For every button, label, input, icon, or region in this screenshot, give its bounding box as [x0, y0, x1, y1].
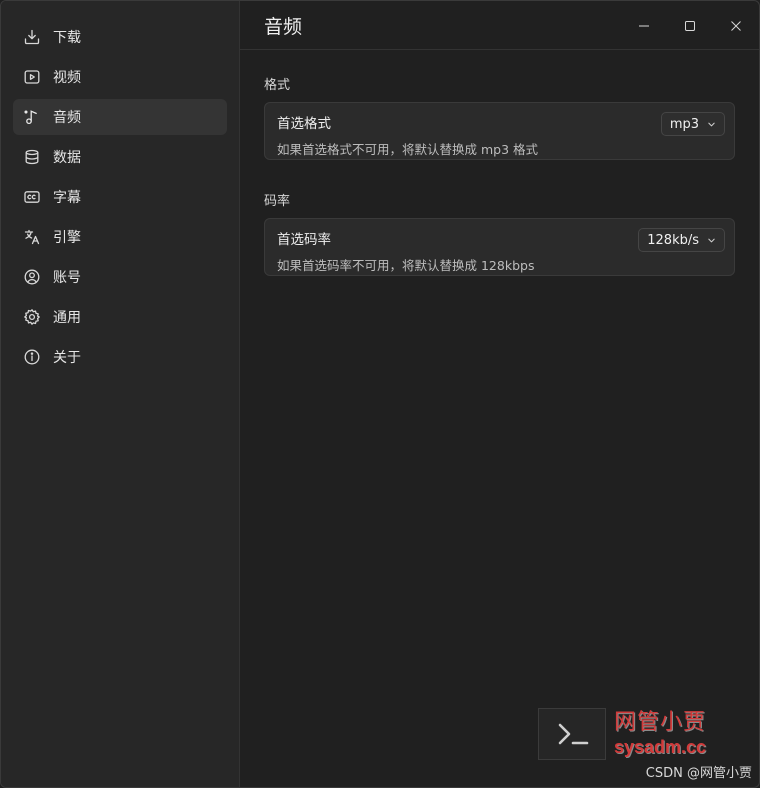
- sidebar-item-engine[interactable]: 引擎: [13, 219, 227, 255]
- download-icon: [23, 28, 41, 46]
- settings-content: 格式 首选格式 如果首选格式不可用，将默认替换成 mp3 格式 mp3 码率 首…: [240, 50, 759, 276]
- bitrate-select[interactable]: 128kb/s: [638, 228, 725, 252]
- subtitle-icon: [23, 188, 41, 206]
- minimize-icon: [639, 25, 649, 26]
- sidebar-item-subtitle[interactable]: 字幕: [13, 179, 227, 215]
- setting-card-bitrate: 首选码率 如果首选码率不可用，将默认替换成 128kbps 128kb/s: [264, 218, 735, 276]
- maximize-icon: [685, 20, 695, 31]
- setting-description: 如果首选码率不可用，将默认替换成 128kbps: [277, 258, 535, 273]
- translate-icon: [23, 228, 41, 246]
- sidebar-item-label: 账号: [53, 270, 81, 286]
- sidebar-item-label: 通用: [53, 310, 81, 326]
- sidebar-item-label: 关于: [53, 350, 81, 366]
- chevron-down-icon: [707, 236, 716, 245]
- page-title: 音频: [264, 15, 303, 38]
- video-icon: [23, 68, 41, 86]
- sidebar-item-account[interactable]: 账号: [13, 259, 227, 295]
- sidebar-item-label: 音频: [53, 110, 81, 126]
- maximize-button[interactable]: [667, 1, 713, 50]
- sidebar-item-label: 数据: [53, 150, 81, 166]
- sidebar-item-video[interactable]: 视频: [13, 59, 227, 95]
- setting-title: 首选格式: [277, 116, 331, 132]
- database-icon: [23, 148, 41, 166]
- terminal-logo-icon: [538, 708, 606, 760]
- section-label-bitrate: 码率: [264, 194, 291, 209]
- select-value: 128kb/s: [647, 232, 699, 248]
- section-label-format: 格式: [264, 78, 291, 93]
- watermark-en: sysadm.cc: [614, 737, 707, 757]
- sidebar-item-label: 下载: [53, 30, 81, 46]
- watermark: 网管小贾 sysadm.cc: [538, 708, 706, 760]
- watermark-text: 网管小贾 sysadm.cc: [614, 710, 707, 757]
- close-icon: [731, 20, 741, 31]
- account-icon: [23, 268, 41, 286]
- sidebar-item-about[interactable]: 关于: [13, 339, 227, 375]
- gear-icon: [23, 308, 41, 326]
- watermark-cn: 网管小贾: [614, 710, 707, 735]
- sidebar-item-audio[interactable]: 音频: [13, 99, 227, 135]
- info-icon: [23, 348, 41, 366]
- csdn-credit: CSDN @网管小贾: [645, 766, 752, 781]
- sidebar-item-label: 引擎: [53, 230, 81, 246]
- minimize-button[interactable]: [621, 1, 667, 50]
- select-value: mp3: [669, 116, 699, 132]
- title-bar: 音频: [240, 1, 759, 50]
- main-panel: 音频 格式 首选格式 如果首选格式不可用，将默认替换成 mp3 格式 mp3 码…: [240, 1, 759, 787]
- sidebar-item-label: 视频: [53, 70, 81, 86]
- setting-description: 如果首选格式不可用，将默认替换成 mp3 格式: [277, 142, 539, 157]
- audio-icon: [23, 108, 41, 126]
- close-button[interactable]: [713, 1, 759, 50]
- sidebar-item-label: 字幕: [53, 190, 81, 206]
- sidebar-item-general[interactable]: 通用: [13, 299, 227, 335]
- format-select[interactable]: mp3: [660, 112, 725, 136]
- sidebar-item-download[interactable]: 下载: [13, 19, 227, 55]
- setting-card-format: 首选格式 如果首选格式不可用，将默认替换成 mp3 格式 mp3: [264, 102, 735, 160]
- sidebar-item-data[interactable]: 数据: [13, 139, 227, 175]
- app-window: 下载 视频 音频 数据 字幕 引擎 账号 通用 关于 音频 格式 首选格式 如果…: [0, 0, 760, 788]
- sidebar: 下载 视频 音频 数据 字幕 引擎 账号 通用 关于: [1, 1, 240, 787]
- window-controls: [621, 1, 759, 50]
- chevron-down-icon: [707, 120, 716, 129]
